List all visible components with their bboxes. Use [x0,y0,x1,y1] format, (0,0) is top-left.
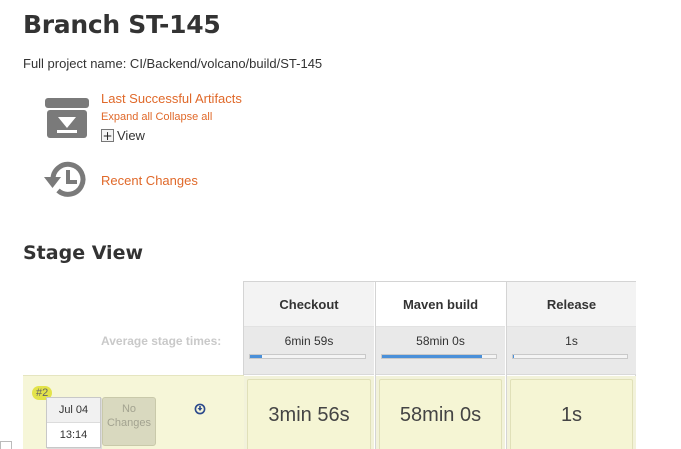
stage-average-progress [381,354,497,359]
stage-run-cell-maven-build[interactable]: 58min 0s [379,379,502,449]
stage-column-release: Release 1s 1s [506,282,636,449]
build-time: 13:14 [59,429,88,441]
progress-fill [513,355,515,358]
stage-view-table: Checkout 6min 59s 3min 56s Maven build 5… [243,281,636,449]
stage-run-cell-checkout[interactable]: 3min 56s [247,379,371,449]
no-changes-box[interactable]: No Changes [102,397,156,446]
history-icon [44,161,86,197]
stage-run-cell-wrapper: 58min 0s [376,376,505,449]
stage-column-checkout: Checkout 6min 59s 3min 56s [244,282,374,449]
progress-fill [250,355,262,358]
stage-average-progress [249,354,366,359]
build-run-row: #2 Jul 04 13:14 No Changes [23,375,244,449]
stage-run-cell-release[interactable]: 1s [510,379,633,449]
view-toggle[interactable]: + View [101,128,145,143]
expand-all-link[interactable]: Expand all [101,111,152,123]
download-circle-icon[interactable] [194,403,206,415]
scrollbar-handle[interactable] [0,441,12,449]
stage-run-cell-wrapper: 1s [507,376,636,449]
build-date: Jul 04 [47,398,100,423]
stage-average-maven-build: 58min 0s [376,327,505,375]
stage-average-value: 1s [565,334,578,348]
build-date-box: Jul 04 13:14 [46,397,101,448]
full-project-name: Full project name: CI/Backend/volcano/bu… [23,56,323,71]
expand-collapse-links: Expand all Collapse all [101,111,212,123]
stage-header-maven-build[interactable]: Maven build [376,282,505,327]
stage-average-value: 6min 59s [284,334,334,348]
recent-changes-link[interactable]: Recent Changes [101,173,198,188]
last-successful-artifacts-link[interactable]: Last Successful Artifacts [101,91,242,106]
stage-average-progress [512,354,628,359]
average-stage-times-label: Average stage times: [101,334,222,348]
stage-view-heading: Stage View [23,242,144,264]
progress-fill [382,355,483,358]
view-label: View [117,128,145,143]
stage-average-checkout: 6min 59s [244,327,374,375]
stage-run-cell-wrapper: 3min 56s [244,376,374,449]
stage-header-release[interactable]: Release [507,282,636,327]
stage-average-release: 1s [507,327,636,375]
page-title: Branch ST-145 [23,10,221,39]
collapse-all-link[interactable]: Collapse all [155,111,212,123]
stage-column-maven-build: Maven build 58min 0s 58min 0s [375,282,505,449]
stage-average-value: 58min 0s [416,334,465,348]
archive-download-icon [45,98,89,138]
expand-plus-icon[interactable]: + [101,129,114,142]
stage-header-checkout[interactable]: Checkout [244,282,374,327]
